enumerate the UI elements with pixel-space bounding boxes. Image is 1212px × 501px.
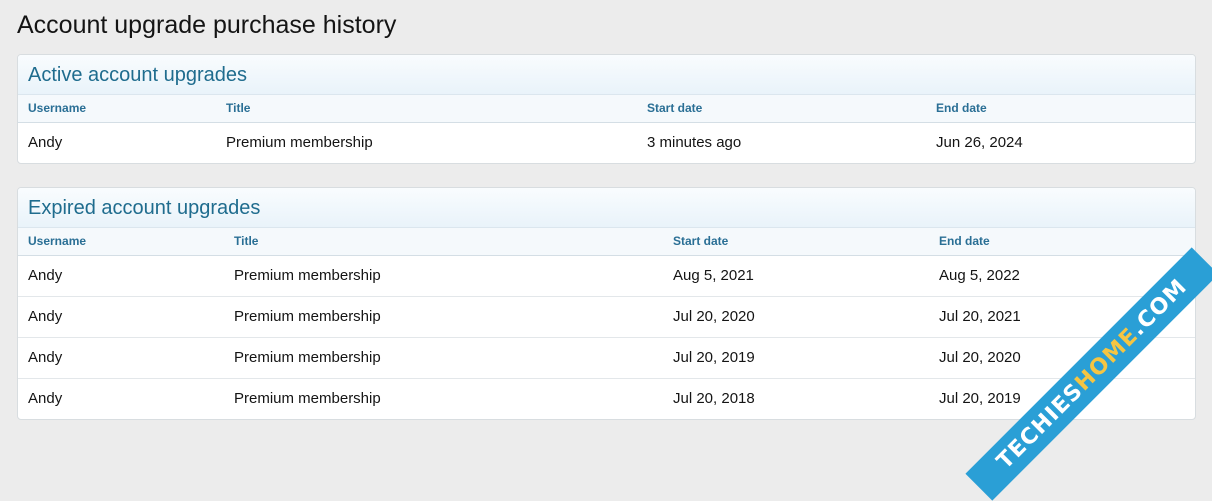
cell-start-date: Aug 5, 2021 bbox=[663, 255, 929, 297]
active-upgrades-block: Active account upgrades Username Title S… bbox=[17, 54, 1196, 164]
cell-title: Premium membership bbox=[224, 255, 663, 297]
active-upgrades-heading: Active account upgrades bbox=[18, 55, 1195, 95]
cell-title: Premium membership bbox=[234, 390, 381, 408]
table-row: Andy Premium membership 3 minutes ago Ju… bbox=[18, 122, 1195, 163]
cell-username: Andy bbox=[28, 390, 63, 408]
table-header-row: Username Title Start date End date bbox=[18, 228, 1195, 256]
cell-username: Andy bbox=[18, 337, 224, 379]
active-upgrades-table: Username Title Start date End date Andy … bbox=[18, 95, 1195, 163]
cell-end-date: Jul 20, 2020 bbox=[929, 337, 1195, 379]
cell-title: Premium membership bbox=[226, 134, 373, 152]
table-row: Andy Premium membership Aug 5, 2021 Aug … bbox=[18, 255, 1195, 297]
table-row: Andy Premium membership Jul 20, 2019 Jul… bbox=[18, 337, 1195, 379]
column-header-start-date[interactable]: Start date bbox=[663, 228, 929, 256]
expired-upgrades-table: Username Title Start date End date Andy … bbox=[18, 228, 1195, 419]
table-row: Andy Premium membership Jul 20, 2018 Jul… bbox=[18, 378, 1195, 419]
table-row: Andy Premium membership Jul 20, 2020 Jul… bbox=[18, 296, 1195, 338]
column-header-start-date[interactable]: Start date bbox=[637, 95, 926, 123]
cell-start-date: Jul 20, 2019 bbox=[663, 337, 929, 379]
column-header-username[interactable]: Username bbox=[18, 228, 224, 256]
expired-upgrades-block: Expired account upgrades Username Title … bbox=[17, 187, 1196, 420]
expired-upgrades-heading: Expired account upgrades bbox=[18, 188, 1195, 228]
cell-start-date: 3 minutes ago bbox=[647, 134, 742, 152]
cell-username: Andy bbox=[18, 255, 224, 297]
cell-title: Premium membership bbox=[224, 337, 663, 379]
cell-start-date: Jul 20, 2020 bbox=[663, 296, 929, 338]
cell-username: Andy bbox=[28, 134, 63, 152]
cell-end-date: Jun 26, 2024 bbox=[936, 134, 1023, 152]
cell-title: Premium membership bbox=[224, 296, 663, 338]
table-header-row: Username Title Start date End date bbox=[18, 95, 1195, 123]
column-header-end-date[interactable]: End date bbox=[926, 95, 1195, 123]
column-header-username[interactable]: Username bbox=[18, 95, 216, 123]
page-title: Account upgrade purchase history bbox=[17, 11, 397, 39]
cell-start-date: Jul 20, 2018 bbox=[673, 390, 755, 408]
column-header-title[interactable]: Title bbox=[224, 228, 663, 256]
column-header-title[interactable]: Title bbox=[216, 95, 637, 123]
column-header-end-date[interactable]: End date bbox=[929, 228, 1195, 256]
cell-username: Andy bbox=[18, 296, 224, 338]
